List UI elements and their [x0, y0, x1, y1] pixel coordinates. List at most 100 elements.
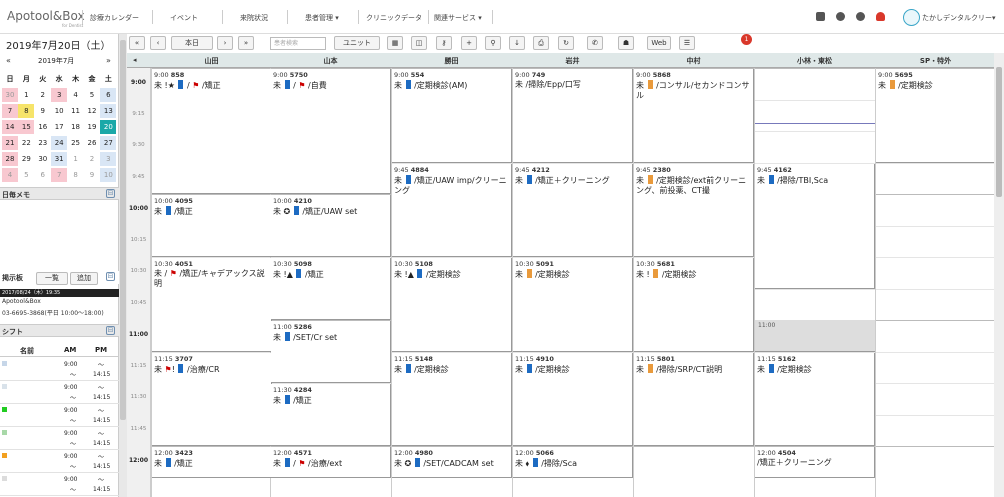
staff-column-header[interactable]: 山本 — [270, 56, 391, 66]
unit-button[interactable]: ユニット — [334, 36, 380, 50]
shift-row[interactable]: 9:00 〜〜 14:15 — [0, 404, 119, 427]
today-button[interactable]: 本日 — [171, 36, 213, 50]
bell-icon[interactable] — [876, 12, 885, 21]
cal-day[interactable]: 18 — [68, 120, 84, 134]
appointment-card[interactable]: 10:00 4095 未 /矯正 — [152, 195, 272, 257]
appointment-card[interactable]: 11:15 3707 未 ⚑! /治療/CR — [152, 352, 272, 446]
notice-list-button[interactable]: 一覧 — [36, 272, 68, 285]
notice-toggle-button[interactable]: ⊟ — [106, 272, 115, 281]
appointment-card[interactable]: 12:00 5066 未 ⬧ /掃除/Sca — [513, 447, 633, 478]
next-week-button[interactable]: » — [238, 36, 254, 50]
cal-day[interactable]: 8 — [68, 168, 84, 182]
cal-day[interactable]: 1 — [18, 88, 34, 102]
appointment-card[interactable]: 10:30 5681 未 ! /定期検診 — [634, 258, 754, 352]
cal-day[interactable]: 22 — [18, 136, 34, 150]
notice-add-button[interactable]: 追加 — [70, 272, 98, 285]
appointment-card[interactable]: 12:00 4504/矯正＋クリーニング — [755, 447, 875, 478]
phone-icon[interactable]: ✆ — [587, 36, 603, 50]
cal-day[interactable]: 26 — [84, 136, 100, 150]
calendar-settings-icon[interactable]: ☰ — [679, 36, 695, 50]
cal-day[interactable]: 4 — [2, 168, 18, 182]
cal-day[interactable]: 14 — [2, 120, 18, 134]
appointment-card[interactable]: 11:15 5801 未 /掃除/SRP/CT説明 — [634, 352, 754, 446]
appointment-card[interactable]: 9:45 2380 未 /定期検診/ext前クリーニング、前投薬、CT撮 — [634, 163, 754, 257]
cal-day[interactable]: 23 — [35, 136, 51, 150]
cal-day[interactable]: 7 — [51, 168, 68, 182]
app-logo[interactable]: Apotool&Box — [7, 9, 85, 23]
appointment-card[interactable]: 12:00 3423 未 /矯正 — [152, 447, 272, 478]
appointment-card[interactable]: 9:00 858 未 !★ / ⚑ /矯正 — [152, 69, 272, 194]
staff-column-header[interactable]: 中村 — [633, 56, 754, 66]
collapse-arrow-icon[interactable]: ◂ — [133, 56, 137, 64]
shift-row[interactable]: 9:00 〜〜 14:15 — [0, 427, 119, 450]
cal-day[interactable]: 8 — [18, 104, 35, 118]
cal-day[interactable]: 9 — [84, 168, 100, 182]
appointment-card[interactable]: 11:15 5162 未 /定期検診 — [755, 352, 875, 446]
cal-day[interactable]: 6 — [100, 88, 117, 102]
appointment-card[interactable]: 9:45 4212 未 /矯正＋クリーニング — [513, 163, 633, 257]
appointment-card[interactable]: 10:30 5098 未 !▲ /矯正 — [271, 258, 391, 320]
prev-day-button[interactable]: ‹ — [150, 36, 166, 50]
appointment-card[interactable]: 11:15 5148 未 /定期検診 — [392, 352, 512, 446]
appointment-card[interactable]: 12:00 4571 未 / ⚑ /治療/ext — [271, 447, 391, 478]
prev-week-button[interactable]: « — [129, 36, 145, 50]
nav-clinic-data[interactable]: クリニックデータ — [366, 13, 422, 23]
blocked-slot[interactable]: 11:00 — [755, 320, 875, 352]
cal-day[interactable]: 2 — [84, 152, 100, 166]
patient-list-icon[interactable]: ☗ — [618, 36, 634, 50]
staff-column-header[interactable]: 勝田 — [391, 56, 512, 66]
cal-day[interactable]: 30 — [35, 152, 51, 166]
appointment-card[interactable]: 9:00 554 未 /定期検診(AM) — [392, 69, 512, 163]
nav-calendar[interactable]: 診療カレンダー — [90, 13, 139, 23]
staff-column-header[interactable]: 小林・東松 — [754, 56, 875, 66]
staff-column-header[interactable]: 山田 — [151, 56, 272, 66]
appointment-card[interactable]: 9:45 4162 未 /掃除/TBI,Sca — [755, 163, 875, 289]
cal-day[interactable]: 16 — [35, 120, 51, 134]
cal-day[interactable]: 12 — [84, 104, 100, 118]
appointment-card[interactable]: 9:45 4884 未 /矯正/UAW imp/クリーニング — [392, 163, 512, 257]
nav-visit-status[interactable]: 来院状況 — [240, 13, 268, 23]
appointment-card[interactable]: 11:15 4910 未 /定期検診 — [513, 352, 633, 446]
appointment-card[interactable]: 11:30 4284 未 /矯正 — [271, 384, 391, 446]
clinic-menu[interactable]: たかしデンタルクリー▾ — [903, 9, 1003, 27]
cal-day[interactable]: 17 — [51, 120, 67, 134]
cal-day[interactable]: 9 — [35, 104, 51, 118]
appointment-card[interactable]: 9:00 5750 未 / ⚑ /自費 — [271, 69, 391, 194]
appointment-card[interactable]: 10:00 4210 未 ✪ /矯正/UAW set — [271, 195, 391, 257]
cal-day[interactable]: 11 — [68, 104, 84, 118]
shift-row[interactable]: 9:00 〜〜 14:15 — [0, 381, 119, 404]
appointment-card[interactable]: 10:30 5091 未 /定期検診 — [513, 258, 633, 352]
gear-icon[interactable] — [856, 12, 865, 21]
cal-day[interactable]: 31 — [51, 152, 68, 166]
cal-day[interactable]: 30 — [2, 88, 18, 102]
daily-memo-toggle-button[interactable]: ⊟ — [106, 189, 115, 198]
staff-column-header[interactable]: 岩井 — [512, 56, 633, 66]
cal-day[interactable]: 6 — [35, 168, 51, 182]
shift-row[interactable]: 9:00 〜〜 14:15 — [0, 450, 119, 473]
cal-prev-button[interactable]: « — [6, 56, 11, 65]
cal-day[interactable]: 13 — [100, 104, 117, 118]
cal-day[interactable]: 1 — [68, 152, 84, 166]
cal-day[interactable]: 19 — [84, 120, 100, 134]
next-day-button[interactable]: › — [217, 36, 233, 50]
split-view-icon[interactable]: ◫ — [411, 36, 427, 50]
appointment-card[interactable]: 9:00 749 未 /掃除/Epp/口写 — [513, 69, 633, 163]
search-icon[interactable]: ⚲ — [485, 36, 501, 50]
cal-day[interactable]: 10 — [51, 104, 67, 118]
print-icon[interactable]: ⎙ — [533, 36, 549, 50]
cal-day[interactable]: 7 — [2, 104, 18, 118]
shift-row[interactable]: 9:00 〜〜 14:15 — [0, 473, 119, 496]
key-icon[interactable]: ⚷ — [436, 36, 452, 50]
week-view-icon[interactable]: ▦ — [387, 36, 403, 50]
grid-apps-icon[interactable] — [816, 12, 825, 21]
cal-next-button[interactable]: » — [106, 56, 111, 65]
appointment-card[interactable]: 10:30 4051 未 / ⚑ /矯正/キャデアックス説明 — [152, 258, 272, 352]
grid-scroll-thumb[interactable] — [996, 67, 1002, 197]
nav-events[interactable]: イベント — [170, 13, 198, 23]
cal-day[interactable]: 24 — [51, 136, 68, 150]
cal-day[interactable]: 4 — [68, 88, 84, 102]
cal-day[interactable]: 27 — [100, 136, 117, 150]
cal-day[interactable]: 15 — [18, 120, 35, 134]
shift-toggle-button[interactable]: ⊟ — [106, 326, 115, 335]
appointment-card[interactable]: 12:00 4980 未 ✪ /SET/CADCAM set — [392, 447, 512, 478]
